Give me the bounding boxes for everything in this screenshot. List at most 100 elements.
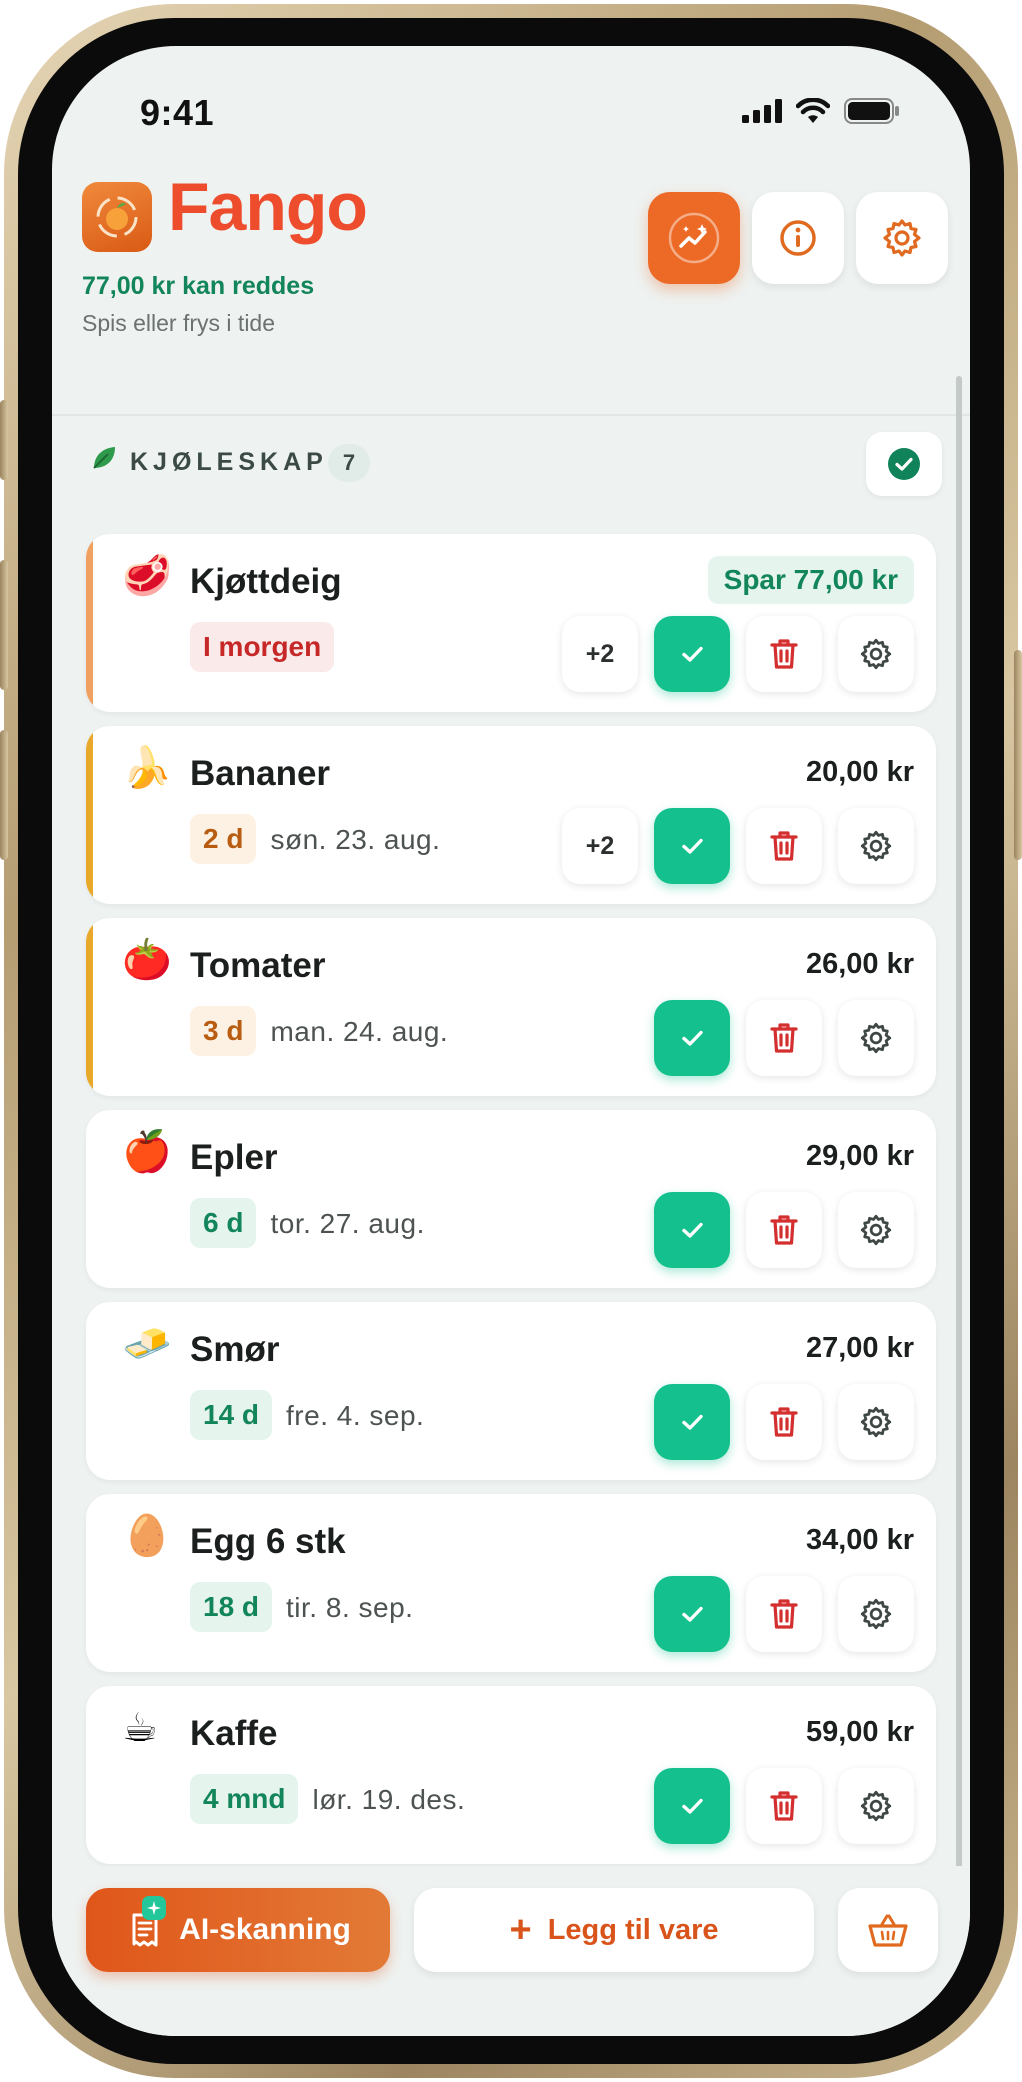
settings-button[interactable] [856, 192, 948, 284]
item-card[interactable]: 🍌 Bananer 20,00 kr 2 d søn. 23. aug. +2 [86, 726, 936, 904]
app-screen: 9:41 Fango 77,00 kr kan reddes Spis elle… [52, 46, 970, 2036]
item-card[interactable]: 🥚 Egg 6 stk 34,00 kr 18 d tir. 8. sep. [86, 1494, 936, 1672]
check-icon [682, 1414, 703, 1430]
item-card[interactable]: 🧈 Smør 27,00 kr 14 d fre. 4. sep. [86, 1302, 936, 1480]
item-name: Bananer [190, 754, 331, 793]
info-button[interactable] [752, 192, 844, 284]
item-settings-button[interactable] [838, 1192, 914, 1268]
item-emoji-icon: ☕ [122, 1706, 158, 1750]
trash-icon [770, 639, 798, 669]
delete-item-button[interactable] [746, 1192, 822, 1268]
mark-eaten-button[interactable] [654, 1384, 730, 1460]
delete-item-button[interactable] [746, 808, 822, 884]
sparkle-chart-icon [668, 212, 720, 264]
gear-icon [860, 1598, 892, 1630]
item-emoji-icon: 🍎 [122, 1130, 172, 1174]
section-count-badge: 7 [328, 444, 370, 482]
delete-item-button[interactable] [746, 1576, 822, 1652]
plus-icon: + [509, 1909, 532, 1951]
item-card[interactable]: 🍅 Tomater 26,00 kr 3 d man. 24. aug. [86, 918, 936, 1096]
check-icon [682, 1798, 703, 1814]
item-name: Tomater [190, 946, 326, 985]
expiry-date: tor. 27. aug. [270, 1208, 425, 1239]
bottom-action-bar: AI-skanning + Legg til vare [52, 1866, 970, 2036]
info-icon [780, 220, 816, 256]
mark-eaten-button[interactable] [654, 1192, 730, 1268]
trash-icon [770, 1215, 798, 1245]
item-card[interactable]: 🥩 Kjøttdeig Spar 77,00 kr I morgen +2 [86, 534, 936, 712]
add-item-button[interactable]: + Legg til vare [414, 1888, 814, 1972]
item-price: 26,00 kr [805, 948, 914, 980]
expiry-date: lør. 19. des. [312, 1784, 466, 1815]
add-item-label: Legg til vare [547, 1913, 719, 1946]
item-name: Kjøttdeig [190, 562, 342, 601]
mark-eaten-button[interactable] [654, 808, 730, 884]
ai-suggestions-button[interactable] [648, 192, 740, 284]
item-emoji-icon: 🍅 [122, 938, 172, 982]
delete-item-button[interactable] [746, 1768, 822, 1844]
extra-units-button[interactable]: +2 [562, 808, 638, 884]
mark-eaten-button[interactable] [654, 616, 730, 692]
item-price: 34,00 kr [805, 1524, 914, 1556]
item-price: 20,00 kr [805, 756, 914, 788]
shopping-basket-button[interactable] [838, 1888, 938, 1972]
gear-icon [883, 219, 921, 257]
volume-up-button [0, 560, 8, 690]
wifi-icon [796, 98, 830, 123]
trash-icon [770, 1023, 798, 1053]
item-settings-button[interactable] [838, 808, 914, 884]
item-settings-button[interactable] [838, 1384, 914, 1460]
trash-icon [770, 1407, 798, 1437]
mark-eaten-button[interactable] [654, 1768, 730, 1844]
savings-summary: 77,00 kr kan reddes [82, 272, 315, 300]
item-settings-button[interactable] [838, 1000, 914, 1076]
ai-scan-label: AI-skanning [179, 1913, 351, 1946]
item-price: 59,00 kr [805, 1716, 914, 1748]
gear-icon [860, 638, 892, 670]
gear-icon [860, 1214, 892, 1246]
check-icon [682, 1030, 703, 1046]
days-left-badge: 4 mnd [190, 1774, 299, 1824]
volume-button [0, 400, 8, 480]
item-settings-button[interactable] [838, 1768, 914, 1844]
mark-eaten-button[interactable] [654, 1576, 730, 1652]
mark-eaten-button[interactable] [654, 1000, 730, 1076]
scrollbar[interactable] [956, 376, 962, 1886]
ai-scan-button[interactable]: AI-skanning [86, 1888, 390, 1972]
select-all-button[interactable] [866, 432, 942, 496]
item-name: Egg 6 stk [190, 1522, 346, 1561]
item-name: Kaffe [190, 1714, 278, 1753]
days-left-badge: 2 d [190, 814, 257, 864]
status-icons [742, 98, 900, 124]
item-name: Smør [190, 1330, 280, 1369]
item-emoji-icon: 🥩 [122, 554, 172, 598]
item-price: Spar 77,00 kr [707, 556, 914, 604]
extra-units-button[interactable]: +2 [562, 616, 638, 692]
delete-item-button[interactable] [746, 616, 822, 692]
item-settings-button[interactable] [838, 1576, 914, 1652]
check-icon [682, 838, 703, 854]
delete-item-button[interactable] [746, 1384, 822, 1460]
delete-item-button[interactable] [746, 1000, 822, 1076]
gear-icon [860, 1022, 892, 1054]
item-settings-button[interactable] [838, 616, 914, 692]
battery-icon [844, 98, 899, 124]
leaf-icon [90, 444, 118, 479]
days-left-badge: I morgen [190, 622, 335, 672]
item-card[interactable]: ☕ Kaffe 59,00 kr 4 mnd lør. 19. des. [86, 1686, 936, 1864]
expiry-date: søn. 23. aug. [270, 824, 441, 855]
gear-icon [860, 1790, 892, 1822]
item-emoji-icon: 🍌 [122, 746, 172, 790]
sparkle-icon [142, 1896, 166, 1920]
check-icon [682, 1606, 703, 1622]
app-logo-icon [82, 182, 152, 252]
urgency-accent-bar [86, 534, 93, 712]
expiry-date: fre. 4. sep. [286, 1400, 425, 1431]
savings-subtitle: Spis eller frys i tide [82, 310, 276, 336]
basket-icon [868, 1914, 908, 1947]
section-header-fridge: KJØLESKAP 7 [52, 426, 970, 516]
check-icon [682, 646, 703, 662]
item-card[interactable]: 🍎 Epler 29,00 kr 6 d tor. 27. aug. [86, 1110, 936, 1288]
app-title: Fango [168, 169, 368, 245]
item-emoji-icon: 🥚 [122, 1514, 172, 1558]
